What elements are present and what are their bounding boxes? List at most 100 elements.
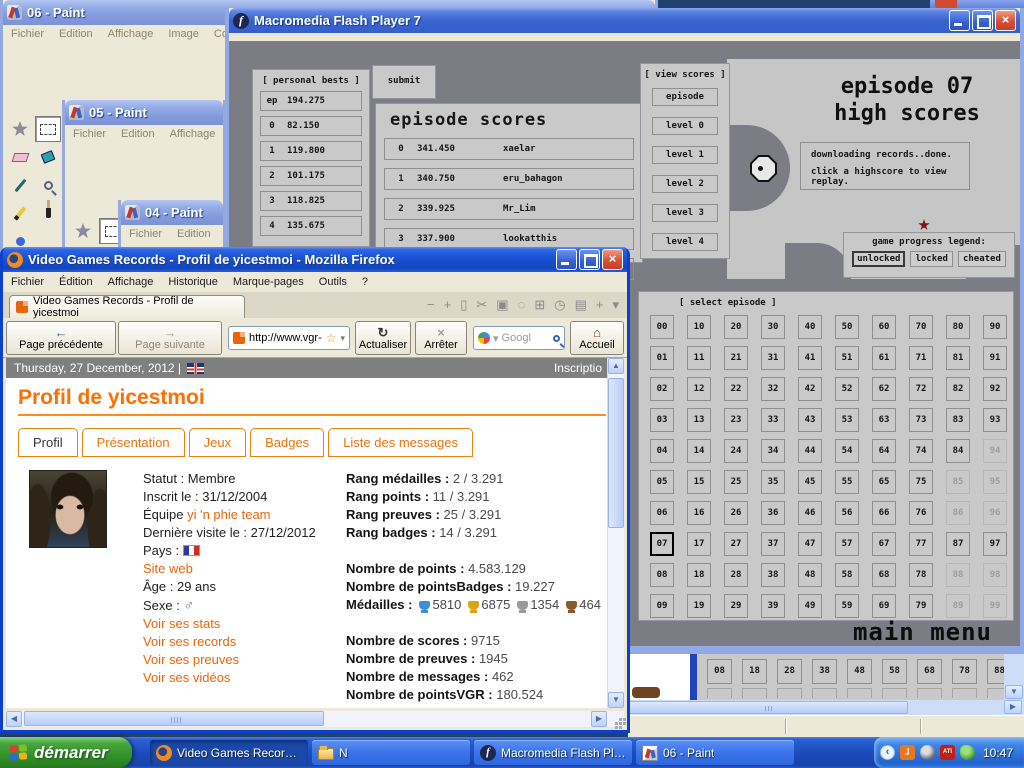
menu-edition[interactable]: Edition (121, 128, 155, 140)
brush-tool[interactable] (35, 200, 61, 226)
refresh-button[interactable]: ↻ Actualiser (355, 321, 411, 355)
java-tray-icon[interactable]: J (900, 745, 915, 760)
episode-button-36[interactable]: 36 (761, 501, 785, 525)
vscroll-thumb[interactable] (608, 378, 624, 528)
episode-button-49[interactable]: 49 (798, 594, 822, 618)
episode-button-82[interactable]: 82 (946, 377, 970, 401)
episode-button-97[interactable]: 97 (983, 532, 1007, 556)
episode-button-47[interactable]: 47 (798, 532, 822, 556)
tab-jeux[interactable]: Jeux (189, 428, 246, 457)
episode-button-79[interactable]: 79 (909, 594, 933, 618)
episode-button-19[interactable]: 19 (687, 594, 711, 618)
episode-button-88[interactable]: 88 (946, 563, 970, 587)
freeform-select-tool[interactable] (71, 219, 95, 243)
episode-button-20[interactable]: 20 (724, 315, 748, 339)
episode-button-23[interactable]: 23 (724, 408, 748, 432)
episode-button-15[interactable]: 15 (687, 470, 711, 494)
eraser-tool[interactable] (7, 144, 33, 170)
minimize-button[interactable] (949, 10, 970, 31)
vertical-scrollbar[interactable]: ▲ ▼ (607, 358, 624, 708)
minus-icon[interactable]: − (427, 297, 435, 313)
episode-button-35[interactable]: 35 (761, 470, 785, 494)
scroll-down-button[interactable]: ▼ (1005, 685, 1023, 699)
episode-button-39[interactable]: 39 (761, 594, 785, 618)
episode-button-59[interactable]: 59 (835, 594, 859, 618)
google-icon[interactable] (478, 332, 490, 344)
paint-05-titlebar[interactable]: 05 - Paint (65, 100, 223, 125)
episode-button-31[interactable]: 31 (761, 346, 785, 370)
episode-button-48[interactable]: 48 (798, 563, 822, 587)
scroll-right-button[interactable]: ▶ (591, 711, 607, 727)
tab-liste-des-messages[interactable]: Liste des messages (328, 428, 473, 457)
magnifier-tool[interactable] (35, 172, 61, 198)
episode-button-73[interactable]: 73 (909, 408, 933, 432)
episode-button-93[interactable]: 93 (983, 408, 1007, 432)
episode-button-74[interactable]: 74 (909, 439, 933, 463)
episode-button-29[interactable]: 29 (724, 594, 748, 618)
menu-affichage[interactable]: Affichage (108, 28, 154, 40)
url-text[interactable]: http://www.vgr- (249, 332, 322, 344)
episode-button-12[interactable]: 12 (687, 377, 711, 401)
episode-button-01[interactable]: 01 (650, 346, 674, 370)
home-button[interactable]: ⌂ Accueil (570, 321, 624, 355)
history-icon[interactable]: ◷ (554, 297, 565, 313)
episode-button-38[interactable]: 38 (812, 659, 837, 684)
close-button[interactable]: × (995, 10, 1016, 31)
profile-link[interactable]: Site web (143, 561, 193, 576)
main-menu-button[interactable]: main menu (853, 618, 992, 646)
search-engine-dropdown-icon[interactable]: ▾ (493, 332, 499, 345)
episode-button-02[interactable]: 02 (650, 377, 674, 401)
episode-button-46[interactable]: 46 (798, 501, 822, 525)
episode-button-05[interactable]: 05 (650, 470, 674, 494)
episode-button-58[interactable]: 58 (835, 563, 859, 587)
episode-button-03[interactable]: 03 (650, 408, 674, 432)
mouse-tray-icon[interactable] (920, 745, 935, 760)
menu-?[interactable]: ? (362, 276, 368, 288)
episode-button-89[interactable]: 89 (946, 594, 970, 618)
view-scores-episode-button[interactable]: episode (652, 88, 718, 106)
episode-button-92[interactable]: 92 (983, 377, 1007, 401)
episode-button-13[interactable]: 13 (687, 408, 711, 432)
taskbar-task-folder[interactable]: N (312, 740, 470, 765)
menu-edition[interactable]: Edition (59, 28, 93, 40)
menu-fichier[interactable]: Fichier (11, 28, 44, 40)
plus-icon[interactable]: + (444, 297, 452, 313)
episode-button-07[interactable]: 07 (650, 532, 674, 556)
episode-button-91[interactable]: 91 (983, 346, 1007, 370)
new-window-icon[interactable]: ⊞ (534, 297, 545, 313)
episode-button-67[interactable]: 67 (872, 532, 896, 556)
episode-button-24[interactable]: 24 (724, 439, 748, 463)
episode-button-33[interactable]: 33 (761, 408, 785, 432)
episode-button-51[interactable]: 51 (835, 346, 859, 370)
firefox-titlebar[interactable]: Video Games Records - Profil de yicestmo… (3, 247, 627, 272)
episode-button-08[interactable]: 08 (707, 659, 732, 684)
taskbar-task-paint[interactable]: 06 - Paint (636, 740, 794, 765)
url-bar[interactable]: http://www.vgr- ☆ ▾ (228, 326, 350, 350)
episode-button-28[interactable]: 28 (724, 563, 748, 587)
bookmark-star-icon[interactable]: ☆ (326, 331, 337, 345)
episode-button-72[interactable]: 72 (909, 377, 933, 401)
submit-tab[interactable]: submit (372, 65, 436, 99)
episode-button-26[interactable]: 26 (724, 501, 748, 525)
episode-button-58[interactable]: 58 (882, 659, 907, 684)
episode-button-98[interactable]: 98 (983, 563, 1007, 587)
episode-button-66[interactable]: 66 (872, 501, 896, 525)
plus-icon[interactable]: + (596, 297, 604, 313)
profile-link[interactable]: Voir ses records (143, 634, 236, 649)
episode-button-95[interactable]: 95 (983, 470, 1007, 494)
episode-button-40[interactable]: 40 (798, 315, 822, 339)
hscroll-thumb[interactable] (628, 701, 908, 714)
stop-button[interactable]: × Arrêter (415, 321, 467, 355)
menu-affichage[interactable]: Affichage (170, 128, 216, 140)
episode-button-37[interactable]: 37 (761, 532, 785, 556)
forward-button[interactable]: → Page suivante (118, 321, 222, 355)
episode-button-96[interactable]: 96 (983, 501, 1007, 525)
print-icon[interactable]: ▤ (575, 297, 587, 313)
episode-button-25[interactable]: 25 (724, 470, 748, 494)
episode-button-70[interactable]: 70 (909, 315, 933, 339)
episode-score-row[interactable]: 0341.450xaelar (384, 138, 634, 160)
pencil-tool[interactable] (7, 200, 33, 226)
scroll-left-button[interactable]: ◀ (6, 711, 22, 727)
episode-button-55[interactable]: 55 (835, 470, 859, 494)
episode-button-63[interactable]: 63 (872, 408, 896, 432)
